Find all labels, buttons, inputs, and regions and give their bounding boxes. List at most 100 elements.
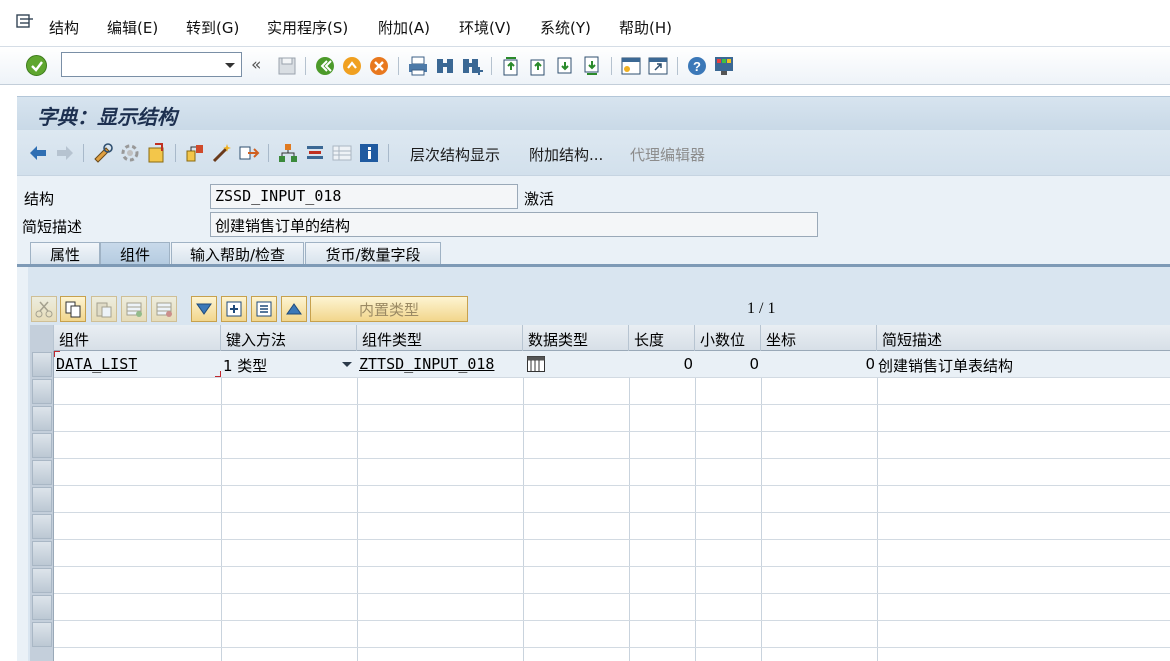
back-icon[interactable] [314,55,336,77]
navigate-object-icon[interactable] [238,142,260,164]
command-input[interactable] [66,54,216,75]
display-change-icon[interactable] [92,142,114,164]
typing-method-cell[interactable]: 1 类型 [223,355,267,376]
insert-row-button[interactable] [121,296,147,322]
coordinate-cell[interactable]: 0 [763,355,875,373]
row-selector[interactable] [32,487,52,512]
find-next-icon[interactable] [461,55,483,77]
arrow-left-icon[interactable] [27,142,49,164]
first-page-icon[interactable] [500,55,522,77]
row-selector[interactable] [32,541,52,566]
tab-components[interactable]: 组件 [100,242,170,265]
row-selector[interactable] [32,433,52,458]
print-icon[interactable] [407,55,429,77]
row-selector[interactable] [32,595,52,620]
row-selector[interactable] [32,568,52,593]
row-selector[interactable] [32,460,52,485]
component-type-cell[interactable]: ZTTSD_INPUT_018 [359,355,494,373]
table-row[interactable]: DATA_LIST 1 类型 ZTTSD_INPUT_018 0 0 0 创建销… [54,351,1170,378]
table-row[interactable] [54,378,1170,405]
tab-currency-quantity-fields[interactable]: 货币/数量字段 [305,242,441,265]
activate-icon[interactable] [146,142,168,164]
menu-edit[interactable]: 编辑(E) [107,17,158,38]
chevron-down-icon[interactable] [342,362,352,367]
structure-label: 结构 [24,190,55,208]
table-row[interactable] [54,432,1170,459]
menu-toggle-icon[interactable] [16,14,34,30]
expand-all-button[interactable] [221,296,247,322]
column-component[interactable]: 组件 [54,325,221,351]
copy-button[interactable] [60,296,86,322]
menu-environment[interactable]: 环境(V) [459,17,511,38]
table-row[interactable] [54,540,1170,567]
collapse-icon[interactable]: « [251,55,261,75]
last-page-icon[interactable] [581,55,603,77]
table-row[interactable] [54,567,1170,594]
column-short-description[interactable]: 简短描述 [877,325,1170,351]
column-coordinate[interactable]: 坐标 [761,325,877,351]
magic-wand-icon[interactable] [211,142,233,164]
tab-input-help-check[interactable]: 输入帮助/检查 [171,242,304,265]
row-selector[interactable] [32,514,52,539]
hierarchy-icon[interactable] [277,142,299,164]
customize-layout-icon[interactable] [713,55,735,77]
delete-row-button[interactable] [151,296,177,322]
menu-structure[interactable]: 结构 [49,17,79,38]
shortcut-icon[interactable] [647,55,669,77]
command-field[interactable] [61,52,242,77]
table-row[interactable] [54,486,1170,513]
cancel-icon[interactable] [368,55,390,77]
table-type-icon[interactable] [527,356,545,372]
save-icon[interactable] [276,55,298,77]
menu-extras[interactable]: 附加(A) [378,17,430,38]
row-selector[interactable] [32,352,52,377]
append-structure-button[interactable]: 附加结构... [529,144,603,165]
previous-page-icon[interactable] [527,55,549,77]
row-selector[interactable] [32,379,52,404]
collapse-button[interactable] [281,296,307,322]
column-component-type[interactable]: 组件类型 [357,325,523,351]
table-row[interactable] [54,459,1170,486]
table-row[interactable] [54,594,1170,621]
menu-help[interactable]: 帮助(H) [619,17,672,38]
filter-button[interactable] [191,296,217,322]
description-cell[interactable]: 创建销售订单表结构 [878,355,1013,376]
chevron-down-icon[interactable] [225,63,235,68]
technical-settings-icon[interactable] [304,142,326,164]
details-button[interactable] [251,296,277,322]
hierarchy-display-button[interactable]: 层次结构显示 [410,144,500,165]
cut-button[interactable] [31,296,57,322]
where-used-icon[interactable] [184,142,206,164]
component-name-cell[interactable]: DATA_LIST [56,355,137,373]
table-row[interactable] [54,405,1170,432]
column-length[interactable]: 长度 [629,325,695,351]
check-icon[interactable] [119,142,141,164]
exit-icon[interactable] [341,55,363,77]
column-typing-method[interactable]: 键入方法 [221,325,357,351]
paste-button[interactable] [91,296,117,322]
row-selector[interactable] [32,406,52,431]
table-view-icon[interactable] [331,142,353,164]
menu-system[interactable]: 系统(Y) [540,17,591,38]
length-cell[interactable]: 0 [631,355,693,373]
application-toolbar: 层次结构显示 附加结构... 代理编辑器 [17,130,1170,176]
column-decimals[interactable]: 小数位 [695,325,761,351]
builtin-type-button[interactable]: 内置类型 [310,296,468,322]
tab-attributes[interactable]: 属性 [30,242,100,265]
select-all-cell[interactable] [30,325,54,351]
arrow-right-icon[interactable] [54,142,76,164]
menu-goto[interactable]: 转到(G) [186,17,239,38]
info-icon[interactable] [358,142,380,164]
menu-utilities[interactable]: 实用程序(S) [267,17,348,38]
column-data-type[interactable]: 数据类型 [523,325,629,351]
next-page-icon[interactable] [554,55,576,77]
proxy-editor-button[interactable]: 代理编辑器 [630,144,705,165]
help-icon[interactable]: ? [686,55,708,77]
row-selector[interactable] [32,622,52,647]
find-icon[interactable] [434,55,456,77]
new-session-icon[interactable] [620,55,642,77]
decimals-cell[interactable]: 0 [697,355,759,373]
enter-button[interactable] [26,55,47,76]
table-row[interactable] [54,513,1170,540]
table-row[interactable] [54,621,1170,648]
